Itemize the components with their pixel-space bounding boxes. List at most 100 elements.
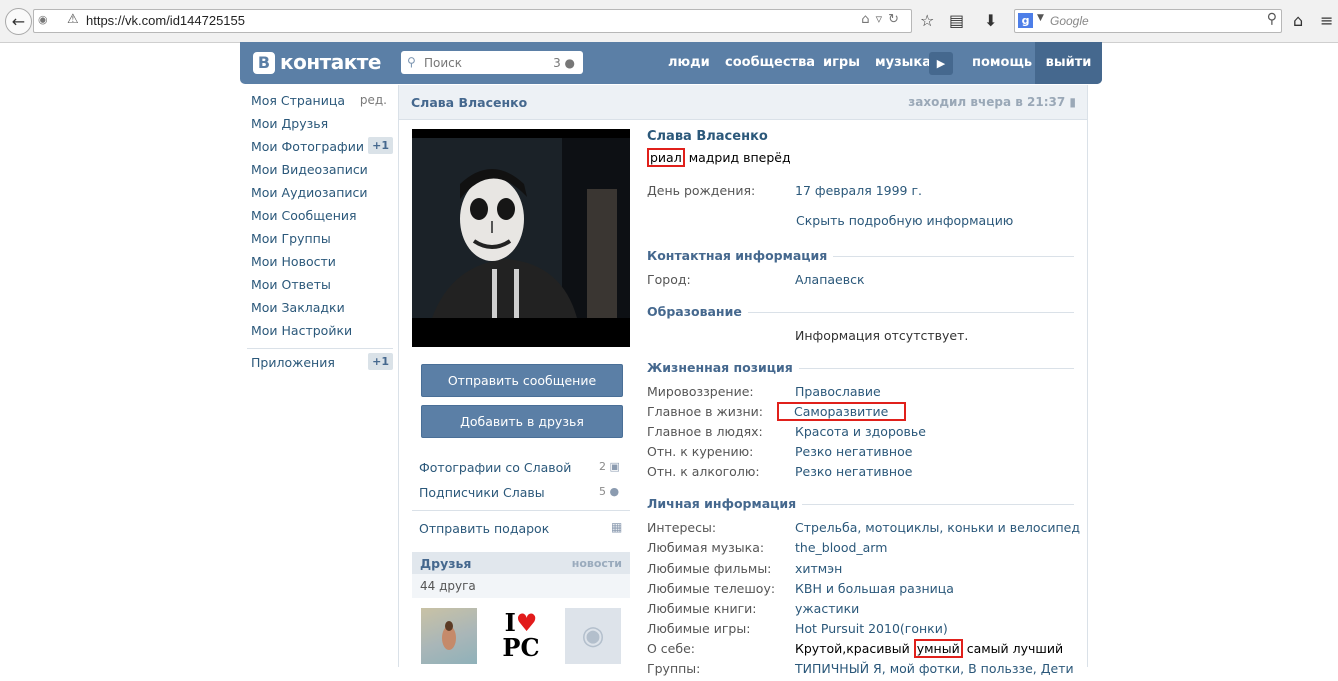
life-row: Главное в людях: Красота и здоровье [647, 424, 926, 439]
photos-with-link[interactable]: Фотографии со Славой [419, 460, 571, 475]
friends-count[interactable]: 44 друга [420, 579, 476, 593]
section-education: Образование [647, 304, 1074, 320]
menu-item-photos[interactable]: Мои Фотографии +1 [251, 137, 393, 162]
personal-row: Любимые фильмы: хитмэн [647, 561, 843, 576]
shield-icon[interactable]: ◉ [38, 13, 48, 26]
life-row: Отн. к курению: Резко негативное [647, 444, 913, 459]
home-icon[interactable]: ⌂ [1293, 11, 1303, 30]
last-seen: заходил вчера в 21:37 ▮ [908, 95, 1076, 109]
about-row: О себе: Крутой,красивый умный самый лучши… [647, 639, 1064, 658]
profile-header-name: Слава Власенко [411, 95, 528, 110]
friend-avatar[interactable] [421, 608, 477, 664]
friend-avatar[interactable]: ◉ [565, 608, 621, 664]
add-friend-button[interactable]: Добавить в друзья [421, 405, 623, 438]
google-icon[interactable]: g [1018, 13, 1033, 28]
menu-divider [247, 348, 393, 349]
send-message-button[interactable]: Отправить сообщение [421, 364, 623, 397]
birthday-row: День рождения: 17 февраля 1999 г. [647, 183, 923, 198]
personal-row: Любимые игры: Hot Pursuit 2010(гонки) [647, 621, 948, 636]
users-icon: ● [609, 485, 620, 498]
photos-badge[interactable]: +1 [368, 137, 393, 154]
address-bar[interactable]: ◉ ⚠ https://vk.com/id144725155 ⌂▿↻ [33, 9, 912, 33]
profile-status[interactable]: риал мадрид вперёд [647, 148, 791, 167]
menu-item-bookmarks[interactable]: Мои Закладки [251, 300, 391, 323]
education-row: Информация отсутствует. [795, 328, 969, 343]
left-menu: Моя Страница ред. Мои Друзья Мои Фотограф… [251, 93, 393, 346]
gift-icon: ▦ [611, 520, 623, 534]
life-row: Главное в жизни: Саморазвитие [647, 402, 1074, 424]
url-text[interactable]: https://vk.com/id144725155 [86, 13, 245, 28]
download-icon[interactable]: ⬇ [984, 11, 997, 30]
love-pc-logo: I♥ [504, 608, 538, 637]
search-icon[interactable]: ⚲ [1267, 11, 1277, 27]
menu-icon[interactable]: ≡ [1320, 11, 1333, 30]
site-search-input[interactable]: ⚲ Поиск 3 ● [401, 51, 583, 74]
nav-communities[interactable]: сообщества [725, 55, 815, 70]
menu-item-groups[interactable]: Мои Группы [251, 231, 391, 254]
about-highlight: умный [913, 639, 963, 658]
browser-search-input[interactable]: g ▼ Google ⚲ [1014, 9, 1282, 33]
search-icon: ⚲ [407, 55, 416, 69]
section-personal: Личная информация [647, 496, 1074, 512]
friends-title[interactable]: Друзья [420, 556, 471, 571]
send-gift-link[interactable]: Отправить подарок [419, 521, 549, 536]
dropdown-icon[interactable]: ▿ [876, 12, 889, 27]
site-header: В контакте ⚲ Поиск 3 ● люди сообщества и… [240, 42, 1102, 84]
search-user-count: 3 ● [553, 56, 575, 70]
logout-button[interactable]: выйти [1035, 42, 1102, 84]
profile-photo[interactable] [412, 129, 630, 347]
reading-list-icon[interactable]: ▤ [949, 11, 964, 30]
menu-item-answers[interactable]: Мои Ответы [251, 277, 391, 300]
city-link[interactable]: Алапаевск [795, 272, 865, 287]
vk-logo-icon[interactable]: В [253, 52, 275, 74]
city-row: Город: Алапаевск [647, 272, 865, 287]
back-button[interactable]: ← [5, 8, 32, 35]
mobile-icon: ▮ [1069, 95, 1076, 109]
profile-header: Слава Власенко заходил вчера в 21:37 ▮ [399, 85, 1087, 120]
profile-photo-image [412, 129, 630, 347]
nav-help[interactable]: помощь [972, 55, 1032, 70]
menu-item-my-page[interactable]: Моя Страница ред. [251, 93, 391, 116]
warning-icon: ⚠ [67, 12, 79, 27]
nav-games[interactable]: игры [823, 55, 860, 70]
status-highlight: риал [647, 148, 685, 167]
browser-search-placeholder: Google [1050, 14, 1089, 28]
menu-item-news[interactable]: Мои Новости [251, 254, 391, 277]
birthday-link[interactable]: 17 февраля 1999 г. [795, 183, 922, 198]
life-row: Отн. к алкоголю: Резко негативное [647, 464, 913, 479]
subscribers-count: 5 ● [599, 485, 620, 498]
vk-logo-text[interactable]: контакте [280, 50, 381, 74]
nav-music[interactable]: музыка [875, 55, 931, 70]
home-shortcut-icon[interactable]: ⌂ [861, 12, 875, 27]
camera-icon: ◉ [581, 621, 605, 651]
section-contact: Контактная информация [647, 248, 1074, 264]
profile-page: Слава Власенко заходил вчера в 21:37 ▮ О… [398, 85, 1088, 676]
edit-link[interactable]: ред. [360, 93, 387, 107]
camera-icon: ▣ [609, 460, 620, 473]
menu-item-settings[interactable]: Мои Настройки [251, 323, 391, 346]
main-in-life-highlight: Саморазвитие [777, 402, 907, 421]
menu-item-friends[interactable]: Мои Друзья [251, 116, 391, 139]
personal-row: Интересы: Стрельба, мотоциклы, коньки и в… [647, 520, 1080, 535]
personal-row: Любимые книги: ужастики [647, 601, 860, 616]
reload-icon[interactable]: ↻ [888, 12, 905, 27]
subscribers-link[interactable]: Подписчики Славы [419, 485, 545, 500]
menu-item-videos[interactable]: Мои Видеозаписи [251, 162, 391, 185]
play-icon[interactable]: ▶ [929, 52, 953, 75]
bookmark-star-icon[interactable]: ☆ [920, 11, 934, 30]
sidebar-divider [412, 510, 630, 511]
caret-down-icon[interactable]: ▼ [1037, 13, 1044, 23]
menu-item-messages[interactable]: Мои Сообщения [251, 208, 391, 231]
groups-row: Группы: ТИПИЧНЫЙ Я, мой фотки, В польззе,… [647, 661, 1074, 676]
section-life: Жизненная позиция [647, 360, 1074, 376]
friends-news-link[interactable]: новости [572, 557, 622, 570]
nav-people[interactable]: люди [668, 55, 710, 70]
menu-item-apps[interactable]: Приложения +1 [251, 353, 393, 378]
hide-info-link[interactable]: Скрыть подробную информацию [796, 213, 1013, 228]
site-search-placeholder: Поиск [424, 56, 463, 70]
photos-with-count: 2 ▣ [599, 460, 620, 473]
friend-avatar[interactable]: I♥ PC [493, 608, 549, 664]
friends-block-header: Друзья новости [412, 552, 630, 574]
menu-item-audio[interactable]: Мои Аудиозаписи [251, 185, 391, 208]
apps-badge[interactable]: +1 [368, 353, 393, 370]
